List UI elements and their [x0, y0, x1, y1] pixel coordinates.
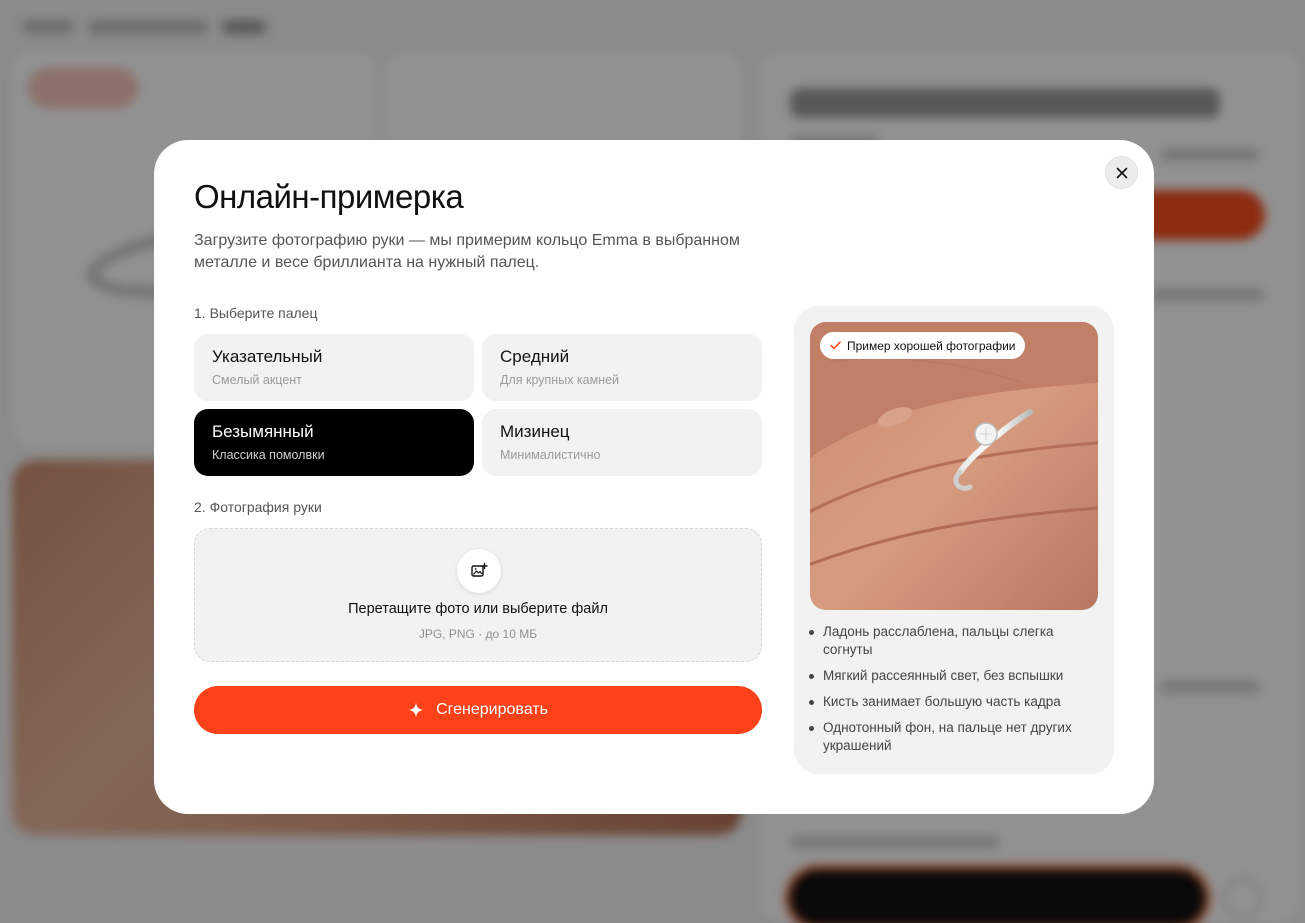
photo-section-label: 2. Фотография руки	[194, 499, 322, 515]
example-badge: Пример хорошей фотографии	[820, 332, 1026, 359]
finger-option-name: Средний	[500, 347, 570, 366]
dropzone-hint: JPG, PNG · до 10 МБ	[418, 627, 538, 641]
finger-option-index[interactable]: Указательный Смелый акцент	[194, 334, 474, 401]
finger-option-desc: Для крупных камней	[500, 373, 620, 387]
check-icon	[830, 341, 841, 350]
example-hand-photo: Пример хорошей фотографии	[810, 322, 1098, 610]
generate-button-label: Сгенерировать	[436, 701, 548, 718]
finger-options: Указательный Смелый акцент Средний Для к…	[194, 334, 762, 476]
example-panel: Пример хорошей фотографии Ладонь расслаб…	[794, 306, 1114, 774]
finger-option-ring[interactable]: Безымянный Классика помолвки	[194, 409, 474, 476]
list-item: Мягкий рассеянный свет, без вспышки	[808, 667, 1100, 685]
finger-option-name: Указательный	[212, 347, 323, 366]
finger-option-pinky[interactable]: Мизинец Минималистично	[482, 409, 762, 476]
example-badge-label: Пример хорошей фотографии	[847, 338, 1016, 353]
photo-dropzone[interactable]: Перетащите фото или выберите файл JPG, P…	[194, 528, 762, 662]
dropzone-title: Перетащите фото или выберите файл	[348, 601, 608, 617]
sparkle-icon	[408, 702, 424, 718]
generate-button[interactable]: Сгенерировать	[194, 686, 762, 734]
image-upload-icon	[457, 549, 501, 593]
finger-section-label: 1. Выберите палец	[194, 305, 318, 321]
close-button[interactable]	[1105, 156, 1138, 189]
modal-title: Онлайн-примерка	[194, 178, 464, 215]
finger-option-desc: Минималистично	[500, 448, 601, 462]
list-item: Ладонь расслаблена, пальцы слегка согнут…	[808, 623, 1100, 659]
modal-subtitle: Загрузите фотографию руки — мы примерим …	[194, 232, 740, 271]
finger-option-desc: Классика помолвки	[212, 448, 325, 462]
photo-tips-list: Ладонь расслаблена, пальцы слегка согнут…	[808, 623, 1100, 763]
close-icon	[1116, 167, 1127, 178]
list-item: Кисть занимает большую часть кадра	[808, 693, 1100, 711]
finger-option-name: Мизинец	[500, 422, 570, 441]
finger-option-middle[interactable]: Средний Для крупных камней	[482, 334, 762, 401]
list-item: Однотонный фон, на пальце нет других укр…	[808, 719, 1100, 755]
finger-option-name: Безымянный	[212, 422, 314, 441]
finger-option-desc: Смелый акцент	[212, 373, 302, 387]
try-on-modal: Онлайн-примерка Загрузите фотографию рук…	[154, 140, 1154, 814]
